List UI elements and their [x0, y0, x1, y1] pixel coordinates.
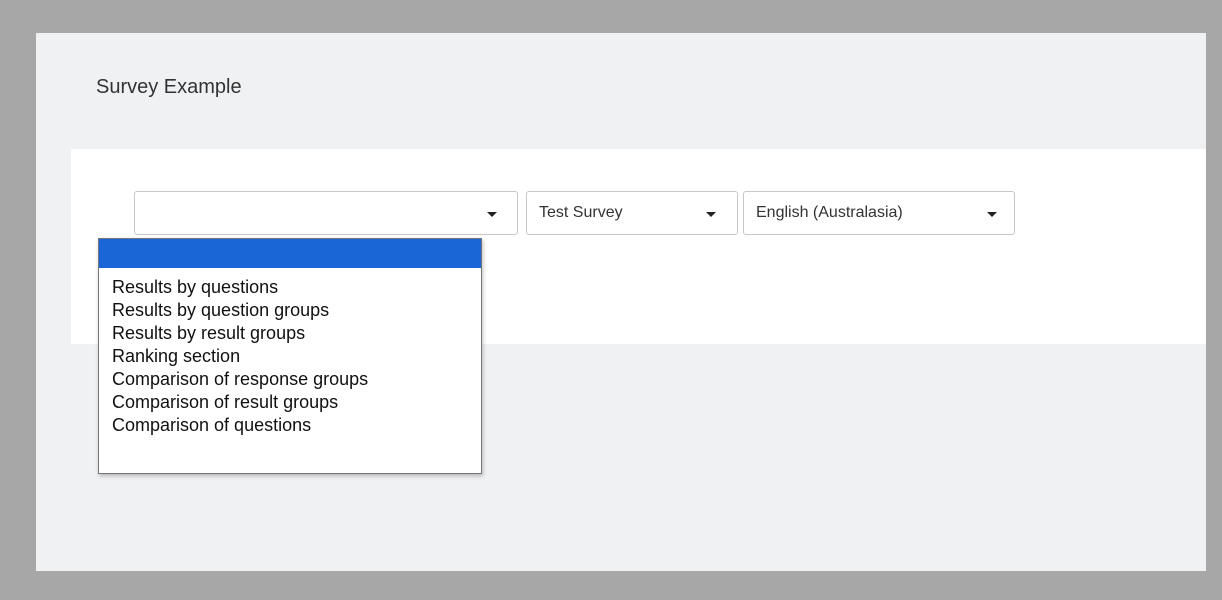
dropdown-option-results-by-question-groups[interactable]: Results by question groups [99, 299, 481, 322]
report-type-dropdown-list[interactable]: Results by questions Results by question… [98, 238, 482, 474]
chevron-down-icon [487, 212, 497, 217]
chevron-down-icon [987, 212, 997, 217]
dropdown-option-results-by-result-groups[interactable]: Results by result groups [99, 322, 481, 345]
dropdown-option-results-by-questions[interactable]: Results by questions [99, 276, 481, 299]
dropdown-option-blank[interactable] [99, 239, 481, 268]
survey-select[interactable]: Test Survey [526, 191, 738, 235]
dropdown-option-comparison-of-result-groups[interactable]: Comparison of result groups [99, 391, 481, 414]
dropdown-option-comparison-of-questions[interactable]: Comparison of questions [99, 414, 481, 437]
dropdown-option-ranking-section[interactable]: Ranking section [99, 345, 481, 368]
language-value: English (Australasia) [756, 204, 903, 221]
page-title: Survey Example [96, 76, 242, 98]
dropdown-option-comparison-of-response-groups[interactable]: Comparison of response groups [99, 368, 481, 391]
survey-value: Test Survey [539, 204, 623, 221]
language-select[interactable]: English (Australasia) [743, 191, 1015, 235]
report-type-select[interactable] [134, 191, 518, 235]
chevron-down-icon [706, 212, 716, 217]
